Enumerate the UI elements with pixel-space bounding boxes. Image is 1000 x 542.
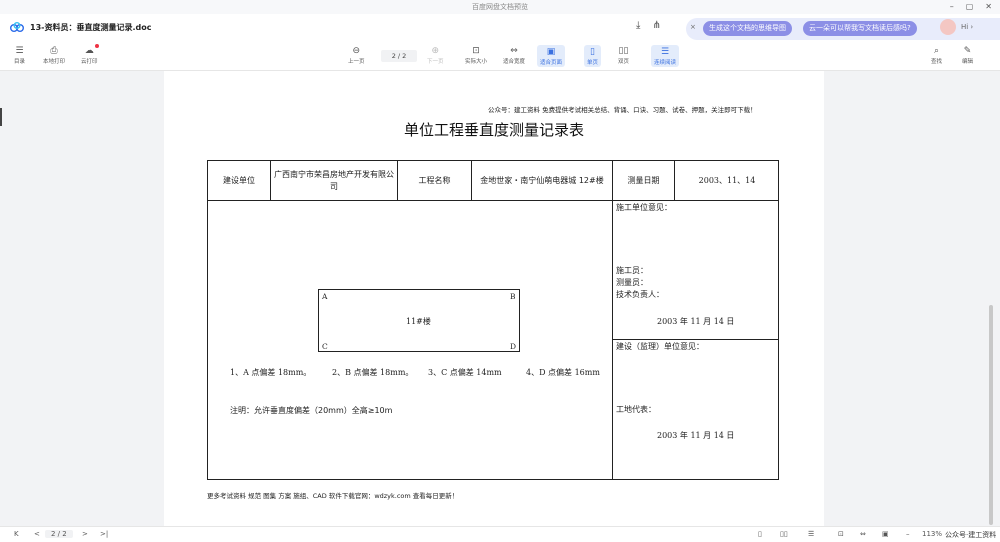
fit-icon[interactable]: ⊡ [838, 530, 844, 538]
header-actions: ⤓ ⋔ [636, 20, 661, 31]
supervision-date: 2003 年 11 月 14 日 [657, 431, 735, 440]
window-controls: – ▢ ✕ [950, 0, 992, 14]
printer-icon: ⎙ [50, 46, 58, 56]
document-filename: 13-资料员：垂直度测量记录.doc [30, 23, 152, 32]
first-page-button[interactable]: K [14, 530, 19, 538]
deviation-c: 3、C 点偏差 14mm [428, 368, 502, 377]
download-icon[interactable]: ⤓ [636, 20, 640, 31]
fit-page-button[interactable]: ▣ 适合页面 [537, 45, 566, 67]
toc-icon: ☰ [15, 46, 24, 56]
table-divider [208, 200, 778, 201]
last-page-button[interactable]: >| [100, 530, 108, 538]
double-view-icon[interactable]: ▯▯ [780, 530, 788, 538]
cell-build-unit-label: 建设单位 [223, 175, 255, 185]
fit-width-small-icon[interactable]: ⇔ [860, 530, 866, 538]
fit-width-icon: ⇔ [510, 46, 518, 56]
next-page-icon: ⊕ [431, 46, 440, 56]
search-button[interactable]: ⌕ 查找 [931, 45, 942, 65]
toc-button[interactable]: ☰ 目录 [14, 45, 25, 65]
ai-suggestion-review[interactable]: 云一朵可以帮我写文档读后感吗? [803, 21, 917, 36]
corner-c-label: C [322, 342, 328, 351]
technical-lead: 技术负责人： [616, 290, 664, 299]
footer-note: 更多考试资料 规范 图集 方案 施组、CAD 软件下载官网：wdzyk.com … [207, 492, 459, 500]
publisher-note: 公众号：建工资料 免费提供考试相关总结、背诵、口诀、习题、试卷、押题，关注即可下… [488, 106, 757, 114]
local-print-button[interactable]: ⎙ 本地打印 [43, 45, 65, 65]
construction-date: 2003 年 11 月 14 日 [657, 317, 735, 326]
corner-b-label: B [510, 292, 516, 301]
window-title: 百度网盘文档预览 [472, 3, 528, 11]
table-divider [612, 200, 613, 480]
viewer-toolbar: ☰ 目录 ⎙ 本地打印 ☁ 云打印 ⊖ 上一页 ⊕ 下一页 ⊡ 实际大小 ⇔ 适… [0, 42, 1000, 71]
single-page-button[interactable]: ▯ 单页 [584, 45, 602, 67]
cell-date-value: 2003、11、14 [698, 175, 756, 185]
deviation-a: 1、A 点偏差 18mm。 [230, 368, 312, 377]
next-page-button[interactable]: ⊕ 下一页 [427, 45, 444, 65]
actual-size-button[interactable]: ⊡ 实际大小 [465, 45, 487, 65]
assistant-avatar-icon[interactable] [940, 19, 956, 35]
prev-page-icon: ⊖ [352, 46, 361, 56]
fit-page-icon: ▣ [546, 47, 556, 57]
fit-width-button[interactable]: ⇔ 适合宽度 [503, 45, 525, 65]
corner-a-label: A [322, 292, 328, 301]
vertical-scrollbar[interactable] [989, 305, 993, 525]
document-page: 公众号：建工资料 免费提供考试相关总结、背诵、口诀、习题、试卷、押题，关注即可下… [164, 71, 824, 526]
measurement-table: 建设单位 广西南宁市荣昌房地产开发有限公司 工程名称 金地世家・南宁仙萌电器城 … [207, 160, 779, 480]
window-title-bar: 百度网盘文档预览 – ▢ ✕ [0, 0, 1000, 14]
page-number-input[interactable]: 2 / 2 [381, 50, 417, 62]
cell-build-unit-value: 广西南宁市荣昌房地产开发有限公司 [274, 169, 394, 191]
site-representative: 工地代表： [616, 405, 656, 414]
maximize-button[interactable]: ▢ [966, 0, 974, 14]
search-icon: ⌕ [933, 46, 940, 56]
single-view-icon[interactable]: ▯ [758, 530, 762, 538]
single-page-icon: ▯ [590, 47, 595, 57]
corner-d-label: D [510, 342, 517, 351]
close-button[interactable]: ✕ [985, 0, 992, 14]
continuous-read-button[interactable]: ☰ 连续阅读 [651, 45, 680, 67]
actual-size-icon: ⊡ [472, 46, 480, 56]
side-handle[interactable] [0, 108, 2, 126]
ai-bar-close-icon[interactable]: × [690, 23, 696, 31]
cloud-print-button[interactable]: ☁ 云打印 [81, 45, 98, 65]
page-title: 单位工程垂直度测量记录表 [403, 121, 584, 139]
double-page-icon: ▯▯ [618, 46, 629, 56]
status-bar: K < 2 / 2 > >| ▯ ▯▯ ☰ ⊡ ⇔ ▣ – 113% [0, 526, 1000, 542]
ai-suggestion-mindmap[interactable]: 生成这个文档的思维导图 [703, 21, 792, 36]
cell-project-name-value: 金地世家・南宁仙萌电器城 12#楼 [480, 175, 604, 185]
deviation-d: 4、D 点偏差 16mm [526, 368, 600, 377]
ai-greeting[interactable]: Hi › [961, 23, 973, 31]
minimize-button[interactable]: – [950, 0, 954, 14]
table-divider [612, 339, 778, 340]
deviation-b: 2、B 点偏差 18mm。 [332, 368, 414, 377]
edit-button[interactable]: ✎ 编辑 [962, 45, 973, 65]
edit-pencil-icon: ✎ [963, 46, 972, 56]
zoom-out-icon[interactable]: – [906, 530, 910, 538]
allowed-deviation-note: 注明：允许垂直度偏差（20mm）全高≥10m [230, 406, 393, 415]
fit-page-small-icon[interactable]: ▣ [882, 530, 889, 538]
status-prev-button[interactable]: < [34, 530, 40, 538]
status-page-indicator[interactable]: 2 / 2 [45, 530, 73, 538]
continuous-read-icon: ☰ [660, 47, 670, 57]
cell-date-label: 测量日期 [627, 175, 660, 185]
status-next-button[interactable]: > [82, 530, 88, 538]
surveyor: 测量员： [616, 278, 648, 287]
zoom-level[interactable]: 113% [922, 530, 942, 538]
prev-page-button[interactable]: ⊖ 上一页 [348, 45, 365, 65]
cell-project-name-label: 工程名称 [418, 175, 451, 185]
construction-opinion: 施工单位意见： [616, 203, 672, 212]
watermark: 公众号·建工资料 [945, 531, 997, 539]
scroll-view-icon[interactable]: ☰ [808, 530, 814, 538]
construction-worker: 施工员： [616, 266, 648, 275]
double-page-button[interactable]: ▯▯ 双页 [618, 45, 629, 65]
building-label: 11#楼 [406, 317, 431, 326]
notification-dot [95, 44, 99, 48]
share-icon[interactable]: ⋔ [652, 20, 660, 31]
baidu-cloud-logo-icon [10, 22, 24, 32]
supervision-opinion: 建设（监理）单位意见： [616, 342, 704, 351]
